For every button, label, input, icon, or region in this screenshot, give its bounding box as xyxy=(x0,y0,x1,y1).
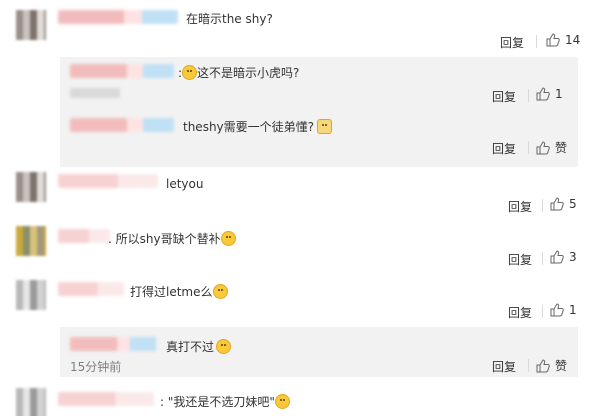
reply-button[interactable]: 回复 xyxy=(508,251,532,268)
comment-text: theshy需要一个徒弟懂? xyxy=(183,118,333,135)
avatar[interactable] xyxy=(16,388,46,416)
avatar[interactable] xyxy=(16,280,46,310)
timestamp: 15分钟前 xyxy=(70,360,122,374)
thumbs-up-icon xyxy=(536,140,550,154)
thumbs-up-icon xyxy=(550,303,564,317)
reply-button[interactable]: 回复 xyxy=(500,34,524,51)
reply-button[interactable]: 回复 xyxy=(508,304,532,321)
reply-button[interactable]: 回复 xyxy=(492,358,516,375)
like-button[interactable]: 1 xyxy=(536,87,563,101)
comment-text: letyou xyxy=(166,177,204,191)
like-button[interactable]: 赞 xyxy=(536,357,567,374)
divider xyxy=(542,305,543,318)
smile-emoji-icon xyxy=(274,394,290,409)
username[interactable] xyxy=(58,229,110,243)
like-count: 1 xyxy=(555,87,563,101)
username[interactable] xyxy=(58,282,124,296)
avatar[interactable] xyxy=(16,226,46,256)
reply-button[interactable]: 回复 xyxy=(492,88,516,105)
divider xyxy=(536,35,537,48)
username[interactable] xyxy=(70,64,174,78)
divider xyxy=(528,89,529,102)
like-count: 赞 xyxy=(555,359,568,373)
username[interactable] xyxy=(70,118,174,132)
comment-text: 打得过letme么 xyxy=(130,283,228,300)
crying-emoji-icon xyxy=(220,231,236,246)
comment-text: : "我还是不选刀妹吧" xyxy=(160,393,290,410)
like-button[interactable]: 赞 xyxy=(536,139,567,156)
sweat-emoji-icon xyxy=(216,339,232,354)
like-count: 3 xyxy=(569,250,577,264)
thumbs-up-icon xyxy=(536,358,550,372)
comment-text: . 所以shy哥缺个替补 xyxy=(108,230,236,247)
divider xyxy=(542,252,543,265)
like-button[interactable]: 5 xyxy=(550,197,577,211)
like-count: 5 xyxy=(569,197,577,211)
comment-text: 真打不过 xyxy=(166,338,232,355)
username[interactable] xyxy=(70,337,156,351)
thumbs-up-icon xyxy=(546,33,560,47)
thumbs-up-icon xyxy=(550,250,564,264)
comment-text: 在暗示the shy? xyxy=(186,12,273,26)
thumbs-up-icon xyxy=(550,197,564,211)
divider xyxy=(528,141,529,154)
like-count: 1 xyxy=(569,303,577,317)
like-count: 14 xyxy=(565,33,581,47)
divider xyxy=(542,199,543,212)
like-button[interactable]: 3 xyxy=(550,250,577,264)
smirk-emoji-icon xyxy=(212,284,228,299)
like-button[interactable]: 14 xyxy=(546,33,580,47)
thumbs-up-icon xyxy=(536,87,550,101)
like-button[interactable]: 1 xyxy=(550,303,577,317)
reply-meta xyxy=(70,88,120,98)
laughing-emoji-icon xyxy=(182,65,198,80)
comment-text: : 这不是暗示小虎吗? xyxy=(178,65,300,80)
username[interactable] xyxy=(58,174,158,188)
reply-button[interactable]: 回复 xyxy=(508,198,532,215)
divider xyxy=(528,359,529,372)
username[interactable] xyxy=(58,10,178,24)
avatar[interactable] xyxy=(16,172,46,202)
username[interactable] xyxy=(58,392,154,406)
cat-emoji-icon xyxy=(317,119,333,134)
reply-button[interactable]: 回复 xyxy=(492,140,516,157)
avatar[interactable] xyxy=(16,10,46,40)
like-count: 赞 xyxy=(555,141,568,155)
